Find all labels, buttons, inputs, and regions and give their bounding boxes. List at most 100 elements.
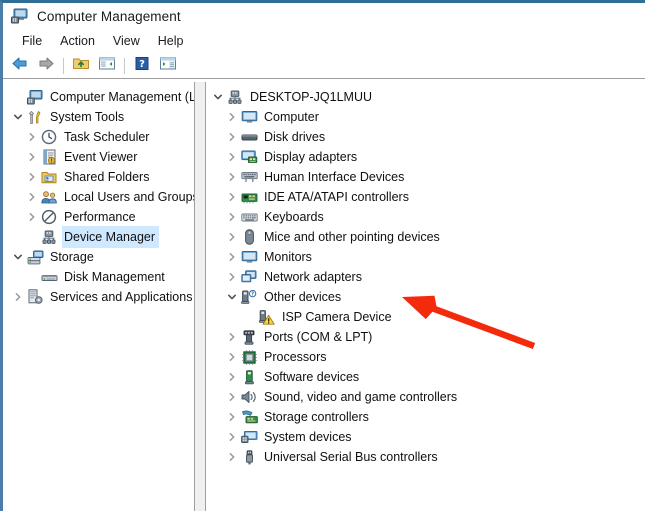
device-node-disk-drives[interactable]: Disk drives (206, 127, 645, 147)
system-tools-icon (26, 108, 44, 126)
device-node-label: Software devices (264, 370, 360, 384)
computer-management-window: Computer Management File Action View Hel… (0, 0, 645, 511)
device-node-ports-com-lpt[interactable]: Ports (COM & LPT) (206, 327, 645, 347)
tree-item-disk-management[interactable]: Disk Management (6, 267, 194, 287)
device-node-desktop-jq1lmuu[interactable]: DESKTOP-JQ1LMUU (206, 87, 645, 107)
no-chevron (242, 307, 258, 327)
ide-controller-icon (240, 188, 258, 206)
device-node-human-interface-devices[interactable]: Human Interface Devices (206, 167, 645, 187)
chevron-down-icon[interactable] (210, 87, 226, 107)
storage-controller-icon (240, 408, 258, 426)
chevron-right-icon[interactable] (224, 147, 240, 167)
chevron-right-icon[interactable] (224, 167, 240, 187)
device-node-processors[interactable]: Processors (206, 347, 645, 367)
chevron-right-icon[interactable] (224, 407, 240, 427)
system-device-icon (240, 428, 258, 446)
chevron-right-icon[interactable] (24, 187, 40, 207)
device-node-label: Network adapters (264, 270, 362, 284)
device-node-label: Mice and other pointing devices (264, 230, 440, 244)
console-tree-pane: Computer Management (Local System Tools (6, 82, 194, 511)
tree-item-performance[interactable]: Performance (6, 207, 194, 227)
device-node-network-adapters[interactable]: Network adapters (206, 267, 645, 287)
chevron-right-icon[interactable] (224, 187, 240, 207)
computer-management-icon (26, 88, 44, 106)
tree-item-device-manager[interactable]: Device Manager (6, 226, 194, 248)
tree-item-computer-management[interactable]: Computer Management (Local (6, 87, 194, 107)
question-mark-icon: ? (134, 56, 150, 76)
chevron-right-icon[interactable] (224, 447, 240, 467)
chevron-down-icon[interactable] (224, 287, 240, 307)
disk-drive-icon (240, 128, 258, 146)
tree-item-label: Shared Folders (64, 170, 150, 184)
tree-item-task-scheduler[interactable]: Task Scheduler (6, 127, 194, 147)
tree-item-label: Computer Management (Local (50, 90, 194, 104)
folder-up-icon (72, 56, 90, 76)
tree-item-system-tools[interactable]: System Tools (6, 107, 194, 127)
menu-file[interactable]: File (13, 32, 51, 50)
chevron-right-icon[interactable] (224, 347, 240, 367)
chevron-right-icon[interactable] (10, 287, 26, 307)
tree-item-label: Task Scheduler (64, 130, 150, 144)
tree-item-shared-folders[interactable]: Shared Folders (6, 167, 194, 187)
chevron-right-icon[interactable] (224, 227, 240, 247)
device-node-storage-controllers[interactable]: Storage controllers (206, 407, 645, 427)
device-node-system-devices[interactable]: System devices (206, 427, 645, 447)
chevron-down-icon[interactable] (10, 247, 26, 267)
chevron-right-icon[interactable] (24, 147, 40, 167)
no-chevron (24, 227, 40, 247)
chevron-right-icon[interactable] (224, 107, 240, 127)
chevron-right-icon[interactable] (224, 207, 240, 227)
device-node-other-devices[interactable]: ? Other devices (206, 287, 645, 307)
menu-help[interactable]: Help (149, 32, 193, 50)
chevron-right-icon[interactable] (224, 427, 240, 447)
device-node-label: Universal Serial Bus controllers (264, 450, 438, 464)
chevron-right-icon[interactable] (224, 247, 240, 267)
chevron-right-icon[interactable] (24, 127, 40, 147)
back-button[interactable] (7, 55, 33, 77)
tree-item-event-viewer[interactable]: ! Event Viewer (6, 147, 194, 167)
chevron-right-icon[interactable] (224, 387, 240, 407)
device-node-isp-camera-device[interactable]: ISP Camera Device (206, 307, 645, 327)
device-node-display-adapters[interactable]: Display adapters (206, 147, 645, 167)
menu-view[interactable]: View (104, 32, 149, 50)
keyboard-icon (240, 208, 258, 226)
device-node-monitors[interactable]: Monitors (206, 247, 645, 267)
device-node-label: Monitors (264, 250, 312, 264)
toolbar-separator-2 (124, 57, 125, 74)
tree-item-storage[interactable]: Storage (6, 247, 194, 267)
chevron-down-icon[interactable] (10, 107, 26, 127)
chevron-right-icon[interactable] (24, 167, 40, 187)
forward-button[interactable] (33, 55, 59, 77)
chevron-right-icon[interactable] (224, 267, 240, 287)
services-icon (26, 288, 44, 306)
performance-icon (40, 208, 58, 226)
console-tree-icon (98, 56, 116, 76)
chevron-right-icon[interactable] (224, 127, 240, 147)
device-node-sound-video-and-game-controllers[interactable]: Sound, video and game controllers (206, 387, 645, 407)
device-node-computer[interactable]: Computer (206, 107, 645, 127)
show-hide-console-tree-button[interactable] (94, 55, 120, 77)
device-node-label: DESKTOP-JQ1LMUU (250, 90, 373, 104)
menu-action[interactable]: Action (51, 32, 104, 50)
device-node-mice-and-other-pointing-devices[interactable]: Mice and other pointing devices (206, 227, 645, 247)
device-node-label: Computer (264, 110, 319, 124)
device-node-software-devices[interactable]: Software devices (206, 367, 645, 387)
device-node-universal-serial-bus-controllers[interactable]: Universal Serial Bus controllers (206, 447, 645, 467)
tree-item-label: System Tools (50, 110, 125, 124)
show-hide-action-pane-button[interactable] (155, 55, 181, 77)
tree-item-label: Event Viewer (64, 150, 138, 164)
device-node-keyboards[interactable]: Keyboards (206, 207, 645, 227)
up-one-level-button[interactable] (68, 55, 94, 77)
tree-item-label: Local Users and Groups (64, 190, 194, 204)
tree-item-local-users-and-groups[interactable]: Local Users and Groups (6, 187, 194, 207)
pane-splitter[interactable] (194, 82, 206, 511)
help-button[interactable]: ? (129, 55, 155, 77)
chevron-right-icon[interactable] (224, 327, 240, 347)
chevron-right-icon[interactable] (24, 207, 40, 227)
tree-item-services-and-applications[interactable]: Services and Applications (6, 287, 194, 307)
device-node-ide-ata-atapi-controllers[interactable]: IDE ATA/ATAPI controllers (206, 187, 645, 207)
clock-icon (40, 128, 58, 146)
no-chevron (24, 267, 40, 287)
panes-container: Computer Management (Local System Tools (6, 82, 645, 511)
chevron-right-icon[interactable] (224, 367, 240, 387)
